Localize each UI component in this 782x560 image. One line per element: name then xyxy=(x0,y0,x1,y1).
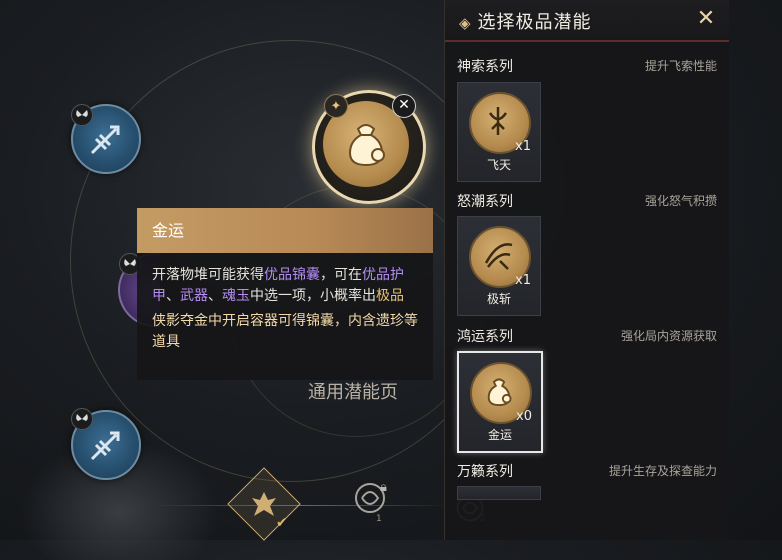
tooltip-desc-line1: 开落物堆可能获得优品锦囊，可在优品护甲、武器、魂玉中选一项，小概率出极品 xyxy=(152,265,418,307)
card-count: x0 xyxy=(516,409,532,424)
potential-card-feitian[interactable]: x1 飞天 xyxy=(457,82,541,182)
potential-card-jizhan[interactable]: x1 极斩 xyxy=(457,216,541,316)
close-icon[interactable]: ✕ xyxy=(695,8,717,30)
money-bag-icon xyxy=(348,124,385,167)
active-check-icon: ✔ xyxy=(276,515,288,531)
potential-card-jinyun[interactable]: x0 金运 xyxy=(457,351,543,453)
category-name: 鸿运系列 xyxy=(457,329,513,345)
panel-header: ◈ 选择极品潜能 ✕ xyxy=(445,0,729,42)
tooltip-highlight-weapon: 武器 xyxy=(180,288,208,304)
remove-potential-close-icon[interactable]: ✕ xyxy=(392,94,416,118)
category-row-wanlai: 万籁系列 提升生存及探查能力 xyxy=(457,461,717,481)
category-row-shensuo: 神索系列 提升飞索性能 xyxy=(457,56,717,76)
gold-quality-badge-icon: ✦ xyxy=(324,94,348,118)
tooltip-title: 金运 xyxy=(137,208,433,253)
category-desc: 提升生存及探查能力 xyxy=(608,464,717,478)
tooltip-highlight-legendary: 极品 xyxy=(376,288,404,304)
bottom-nav-line xyxy=(150,505,450,506)
tooltip-body: 开落物堆可能获得优品锦囊，可在优品护甲、武器、魂玉中选一项，小概率出极品 侠影夺… xyxy=(137,253,433,353)
money-bag-icon-small xyxy=(487,378,512,407)
tooltip-highlight-soul: 魂玉 xyxy=(222,288,250,304)
category-desc: 强化局内资源获取 xyxy=(620,329,717,343)
card-count: x1 xyxy=(515,139,531,154)
category-row-hongyun: 鸿运系列 强化局内资源获取 xyxy=(457,326,717,346)
category-name: 万籁系列 xyxy=(457,464,513,480)
slash-icon xyxy=(484,243,513,270)
lock-icon: 🔒︎ xyxy=(380,480,387,495)
tooltip-text: 、 xyxy=(166,288,180,304)
category-row-nuchao: 怒潮系列 强化怒气积攒 xyxy=(457,191,717,211)
tooltip-text: 中选一项，小概率出 xyxy=(250,288,376,304)
tooltip-text: ，可在 xyxy=(320,267,362,283)
tooltip-text: 开落物堆可能获得 xyxy=(152,267,264,283)
page-number-1: 1 xyxy=(376,514,382,524)
category-name: 神索系列 xyxy=(457,59,513,75)
category-desc: 提升飞索性能 xyxy=(644,59,717,73)
tooltip-text: 、 xyxy=(208,288,222,304)
card-count: x1 xyxy=(515,273,531,288)
tooltip-highlight-jinnang: 优品锦囊 xyxy=(264,267,320,283)
potential-tooltip: 金运 开落物堆可能获得优品锦囊，可在优品护甲、武器、魂玉中选一项，小概率出极品 … xyxy=(137,208,433,380)
grapple-arrow-icon xyxy=(90,125,120,155)
page-label: 通用潜能页 xyxy=(308,382,398,403)
butterfly-badge-icon xyxy=(71,104,93,126)
butterfly-badge-icon-3 xyxy=(71,408,93,430)
card-name: 金运 xyxy=(487,428,512,442)
tooltip-desc-line2: 侠影夺金中开启容器可得锦囊，内含遗珍等道具 xyxy=(152,313,418,350)
category-desc: 强化怒气积攒 xyxy=(644,194,717,208)
diamond-icon: ◈ xyxy=(459,14,472,32)
grapple-arrow-icon-2 xyxy=(90,431,120,461)
card-name: 极斩 xyxy=(486,292,511,306)
select-potential-panel: ◈ 选择极品潜能 ✕ 神索系列 提升飞索性能 x1 飞天 怒潮系列 强化怒气积攒 … xyxy=(444,0,729,540)
panel-title-text: 选择极品潜能 xyxy=(477,12,592,33)
panel-title: ◈ 选择极品潜能 xyxy=(459,8,592,34)
grapple-icon xyxy=(488,107,508,135)
potential-card-partial[interactable] xyxy=(457,486,541,500)
category-name: 怒潮系列 xyxy=(457,194,513,210)
card-name: 飞天 xyxy=(486,158,511,172)
